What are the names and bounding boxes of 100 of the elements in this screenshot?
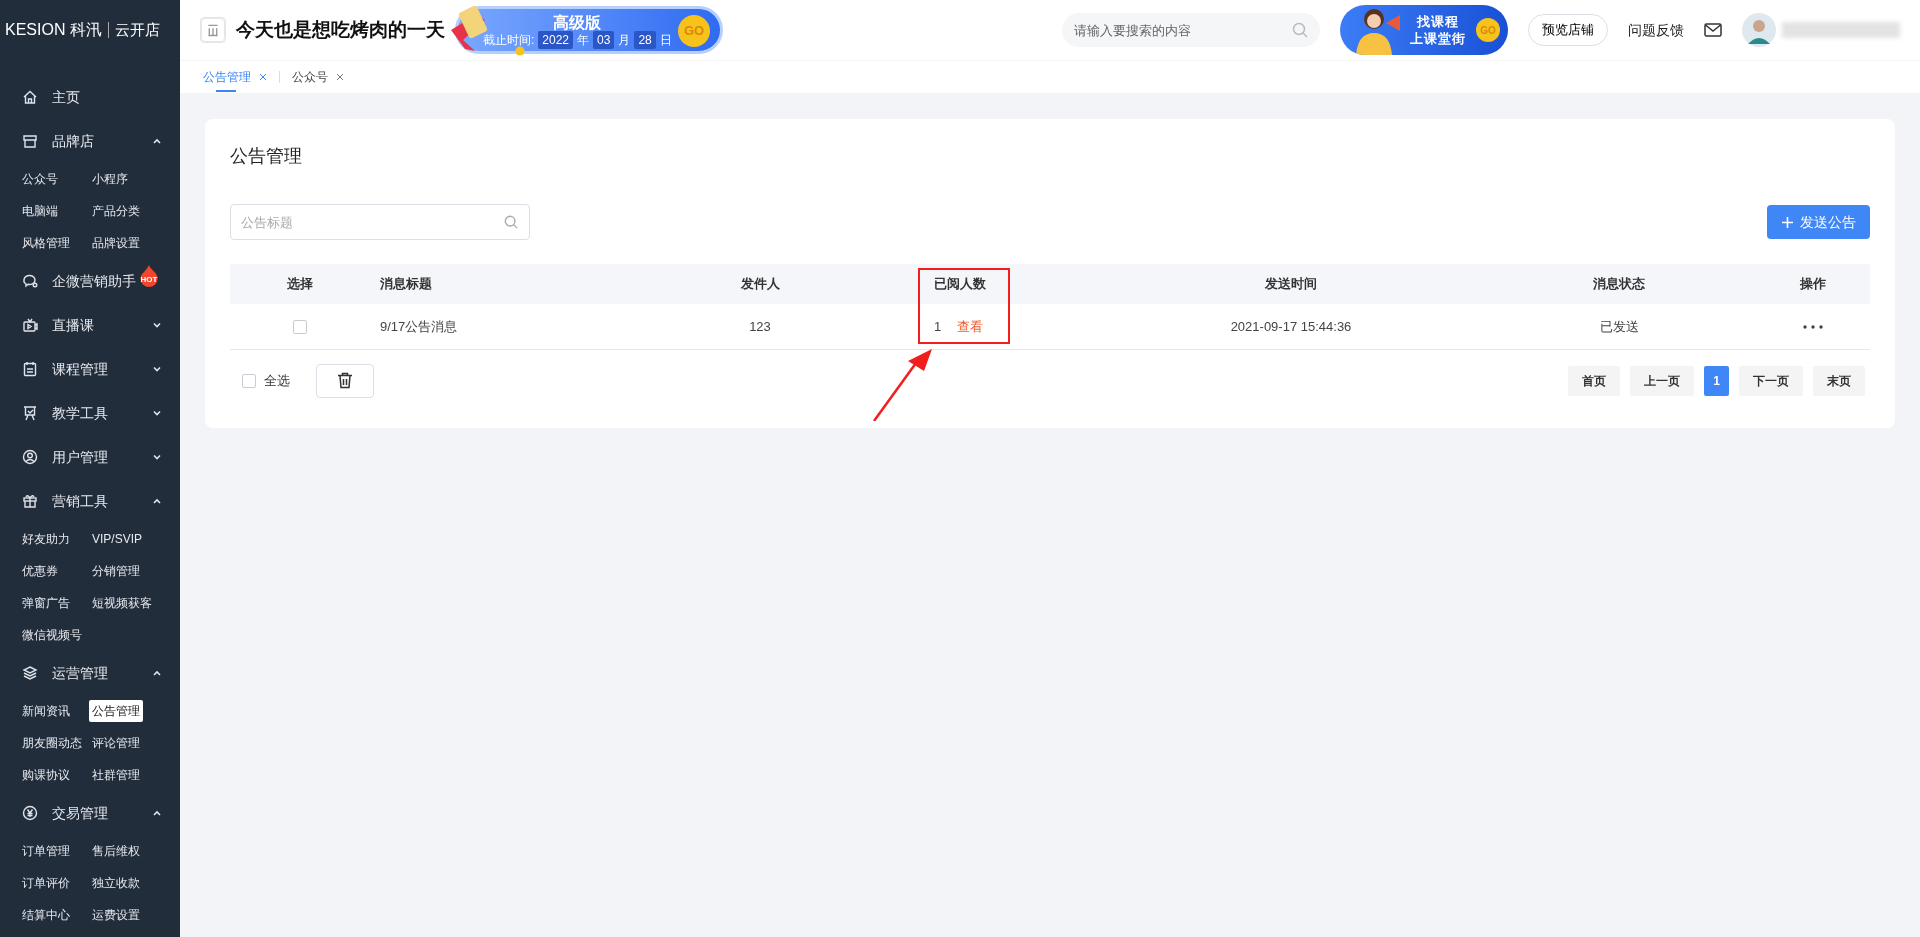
sidebar-subitem[interactable]: 社群管理 [89,764,143,786]
delete-button[interactable] [316,363,374,398]
status-cell: 已发送 [1482,304,1756,349]
sidebar-subitem[interactable]: 分销管理 [89,560,143,582]
coin-icon [515,46,525,56]
column-header: 发件人 [660,264,860,304]
sidebar-subitem[interactable]: 公众号 [19,168,61,190]
avatar[interactable] [1742,13,1776,47]
hot-badge: HOT [138,265,160,287]
sidebar-subitem[interactable]: 朋友圈动态 [19,732,85,754]
promo-banner[interactable]: 找课程 上课堂街 GO [1340,5,1508,55]
sidebar-label: 交易管理 [52,803,108,823]
sidebar-subitem[interactable]: 公告管理 [89,700,143,722]
page-button[interactable]: 上一页 [1630,365,1695,396]
deadline-label: 截止时间: [483,32,535,49]
tab-label: 公告管理 [203,69,251,86]
sidebar-subitem[interactable]: 购课协议 [19,764,73,786]
sidebar-label: 企微营销助手 [52,271,136,291]
view-link[interactable]: 查看 [957,318,984,334]
sidebar-subitem[interactable]: 新闻资讯 [19,700,73,722]
home-icon [22,89,38,105]
column-header: 消息标题 [370,264,660,304]
tab[interactable]: 公告管理 [203,60,267,94]
search-icon [504,215,518,229]
sidebar-label: 品牌店 [52,131,94,151]
table-cell: 9/17公告消息 [370,304,660,349]
close-icon[interactable] [336,73,344,81]
tab-label: 公众号 [292,69,328,86]
search-field[interactable]: 请输入要搜索的内容 [1062,13,1320,47]
sidebar-item[interactable]: 企微营销助手 HOT [0,259,180,303]
sidebar-subitem[interactable]: 独立收款 [89,872,143,894]
page-title: 公告管理 [230,145,303,168]
mail-icon[interactable] [1704,23,1722,37]
go-badge: GO [678,15,710,47]
column-header: 已阅人数 [860,264,1100,304]
more-icon[interactable] [1803,325,1823,330]
plan-banner[interactable]: 高级版 截止时间: 2022 年 03 月 28 日 GO [455,6,723,54]
day-unit: 日 [659,32,672,49]
sidebar-label: 用户管理 [52,447,108,467]
chat-icon [22,273,38,289]
sidebar-subitem[interactable]: 评论管理 [89,732,143,754]
sidebar-label: 运营管理 [52,663,108,683]
read-count: 1 [934,318,942,334]
sidebar-subitem[interactable]: 微信视频号 [19,624,85,646]
store-icon [22,133,38,149]
easel-icon [22,405,38,421]
sidebar-item[interactable]: 用户管理 [0,435,180,479]
preview-store-button[interactable]: 预览店铺 [1528,14,1608,46]
yen-icon [22,805,38,821]
sidebar-item[interactable]: 运营管理 [0,651,180,695]
close-icon[interactable] [259,73,267,81]
plus-icon [1781,215,1794,229]
sidebar-item[interactable]: 营销工具 [0,479,180,523]
annotation-arrow [872,349,934,421]
column-header: 选择 [230,264,370,304]
column-header: 发送时间 [1100,264,1482,304]
trash-icon [337,372,353,389]
sidebar-subitem[interactable]: 电脑端 [19,200,61,222]
sidebar-subitem[interactable]: 订单管理 [19,840,73,862]
product-name: 云开店 [107,22,160,38]
row-checkbox[interactable] [293,320,307,335]
sidebar-subitem[interactable]: 好友助力 [19,528,73,550]
sidebar-label: 直播课 [52,315,94,335]
sidebar-label: 营销工具 [52,491,108,511]
sidebar-subitem[interactable]: 弹窗广告 [19,592,73,614]
site-title: 今天也是想吃烤肉的一天 [236,17,445,42]
sidebar-subitem[interactable]: 订单评价 [19,872,73,894]
search-field[interactable]: 公告标题 [230,204,530,240]
tab[interactable]: 公众号 [292,60,344,94]
sidebar-subitem[interactable]: 短视频获客 [89,592,155,614]
sidebar-subitem[interactable]: 品牌设置 [89,232,143,254]
sidebar-item[interactable]: 主页 [0,75,180,119]
select-all-checkbox[interactable]: 全选 [242,370,290,391]
promo-text: 上课堂街 [1410,30,1466,47]
sidebar-subitem[interactable]: 运费设置 [89,904,143,926]
deadline-day: 28 [634,31,656,49]
sidebar-subitem[interactable]: 优惠券 [19,560,61,582]
sidebar-label: 课程管理 [52,359,108,379]
sidebar-subitem[interactable]: 售后维权 [89,840,143,862]
sidebar-item[interactable]: 品牌店 [0,119,180,163]
feedback-link[interactable]: 问题反馈 [1628,19,1684,41]
sidebar-item[interactable]: 课程管理 [0,347,180,391]
go-badge: GO [1476,18,1500,42]
sidebar-item[interactable]: 教学工具 [0,391,180,435]
sidebar-item[interactable]: 直播课 [0,303,180,347]
year-unit: 年 [577,32,590,49]
sidebar-subitem[interactable]: 结算中心 [19,904,73,926]
sidebar-label: 主页 [52,87,80,107]
sidebar-subitem[interactable]: 产品分类 [89,200,143,222]
page-button[interactable]: 末页 [1813,365,1865,396]
sidebar-subitem[interactable]: 小程序 [89,168,131,190]
search-icon [1292,22,1308,38]
page-button[interactable]: 下一页 [1739,365,1803,396]
deadline-month: 03 [593,31,615,49]
user-icon [22,449,38,465]
sidebar-subitem[interactable]: VIP/SVIP [89,528,146,550]
sidebar-item[interactable]: 交易管理 [0,791,180,835]
sidebar-subitem[interactable]: 风格管理 [19,232,73,254]
calendar-icon [22,361,38,377]
page-button[interactable]: 首页 [1568,365,1621,396]
